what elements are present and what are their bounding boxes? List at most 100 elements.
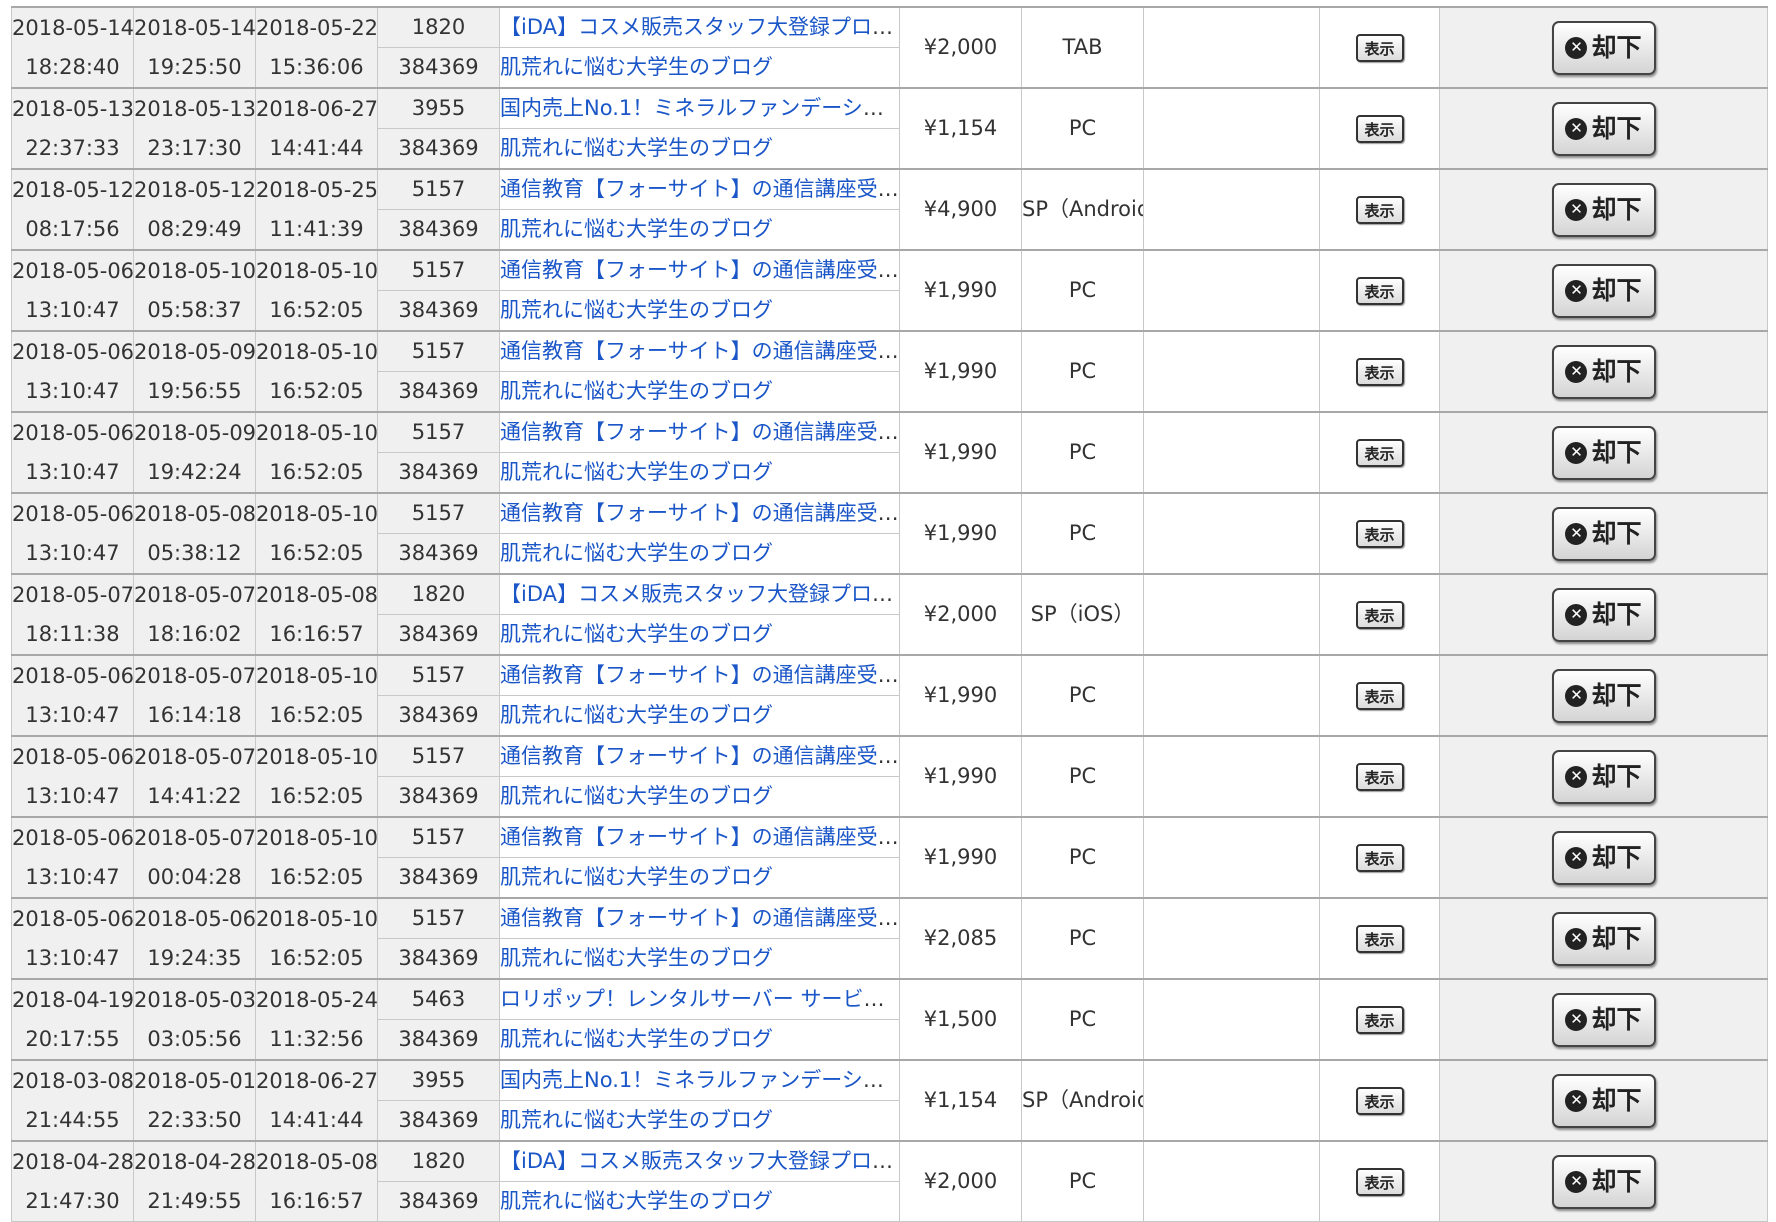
site-name-cell[interactable]: 肌荒れに悩む大学生のブログ [499, 290, 900, 332]
program-link[interactable]: 通信教育【フォーサイト】の通信講座受講申し… [501, 420, 899, 444]
confirm-date: 2018-05-10 [256, 744, 378, 769]
site-link[interactable]: 肌荒れに悩む大学生のブログ [501, 136, 774, 160]
reject-button[interactable]: ✕ 却下 [1551, 182, 1656, 237]
reject-button[interactable]: ✕ 却下 [1551, 587, 1656, 642]
program-name-cell[interactable]: 通信教育【フォーサイト】の通信講座受講申し… [499, 816, 900, 858]
reject-button[interactable]: ✕ 却下 [1551, 830, 1656, 885]
program-name-cell[interactable]: 通信教育【フォーサイト】の通信講座受講申し… [499, 249, 900, 291]
show-button[interactable]: 表示 [1355, 844, 1404, 872]
reject-button[interactable]: ✕ 却下 [1551, 263, 1656, 318]
program-name-cell[interactable]: 通信教育【フォーサイト】の通信講座受講申し… [499, 897, 900, 939]
show-button[interactable]: 表示 [1355, 520, 1404, 548]
site-link[interactable]: 肌荒れに悩む大学生のブログ [501, 946, 774, 970]
reject-button[interactable]: ✕ 却下 [1551, 344, 1656, 399]
program-name-cell[interactable]: ロリポップ！レンタルサーバー サービス申込 [499, 978, 900, 1020]
program-link[interactable]: 【iDA】コスメ販売スタッフ大登録プロモーシ… [501, 1149, 899, 1173]
program-name-cell[interactable]: 通信教育【フォーサイト】の通信講座受講申し… [499, 735, 900, 777]
show-button[interactable]: 表示 [1355, 439, 1404, 467]
site-link[interactable]: 肌荒れに悩む大学生のブログ [501, 1189, 774, 1213]
program-id-cell: 5463 [377, 978, 500, 1020]
reject-button[interactable]: ✕ 却下 [1551, 749, 1656, 804]
show-button[interactable]: 表示 [1355, 925, 1404, 953]
device: PC [1068, 926, 1097, 950]
program-link[interactable]: 国内売上No.1！ミネラルファンデーション【… [501, 96, 899, 120]
site-id: 384369 [398, 865, 479, 889]
show-button[interactable]: 表示 [1355, 763, 1404, 791]
show-button[interactable]: 表示 [1355, 601, 1404, 629]
reject-button[interactable]: ✕ 却下 [1551, 1154, 1656, 1209]
program-link[interactable]: 通信教育【フォーサイト】の通信講座受講申し… [501, 744, 899, 768]
device: PC [1068, 764, 1097, 788]
site-name-cell[interactable]: 肌荒れに悩む大学生のブログ [499, 128, 900, 170]
reject-button[interactable]: ✕ 却下 [1551, 506, 1656, 561]
reject-button[interactable]: ✕ 却下 [1551, 20, 1656, 75]
show-button[interactable]: 表示 [1355, 277, 1404, 305]
confirm-datetime-cell: 2018-05-10 16:52:05 [255, 654, 378, 737]
site-link[interactable]: 肌荒れに悩む大学生のブログ [501, 865, 774, 889]
site-name-cell[interactable]: 肌荒れに悩む大学生のブログ [499, 695, 900, 737]
program-link[interactable]: 通信教育【フォーサイト】の通信講座受講申し… [501, 339, 899, 363]
site-name-cell[interactable]: 肌荒れに悩む大学生のブログ [499, 371, 900, 413]
site-name-cell[interactable]: 肌荒れに悩む大学生のブログ [499, 1100, 900, 1142]
show-button[interactable]: 表示 [1355, 358, 1404, 386]
site-name-cell[interactable]: 肌荒れに悩む大学生のブログ [499, 614, 900, 656]
program-name-cell[interactable]: 【iDA】コスメ販売スタッフ大登録プロモーシ… [499, 573, 900, 615]
site-name-cell[interactable]: 肌荒れに悩む大学生のブログ [499, 776, 900, 818]
program-name-cell[interactable]: 通信教育【フォーサイト】の通信講座受講申し… [499, 654, 900, 696]
program-link[interactable]: 国内売上No.1！ミネラルファンデーション【… [501, 1068, 899, 1092]
program-link[interactable]: ロリポップ！レンタルサーバー サービス申込 [501, 987, 899, 1011]
program-name-cell[interactable]: 国内売上No.1！ミネラルファンデーション【… [499, 1059, 900, 1101]
show-button[interactable]: 表示 [1355, 1168, 1404, 1196]
site-name-cell[interactable]: 肌荒れに悩む大学生のブログ [499, 1019, 900, 1061]
site-link[interactable]: 肌荒れに悩む大学生のブログ [501, 541, 774, 565]
show-button[interactable]: 表示 [1355, 196, 1404, 224]
program-link[interactable]: 通信教育【フォーサイト】の通信講座受講申し… [501, 663, 899, 687]
program-link[interactable]: 【iDA】コスメ販売スタッフ大登録プロモーシ… [501, 15, 899, 39]
site-name-cell[interactable]: 肌荒れに悩む大学生のブログ [499, 452, 900, 494]
program-name-cell[interactable]: 通信教育【フォーサイト】の通信講座受講申し… [499, 492, 900, 534]
program-link[interactable]: 【iDA】コスメ販売スタッフ大登録プロモーシ… [501, 582, 899, 606]
show-button[interactable]: 表示 [1355, 115, 1404, 143]
site-name-cell[interactable]: 肌荒れに悩む大学生のブログ [499, 47, 900, 89]
site-link[interactable]: 肌荒れに悩む大学生のブログ [501, 460, 774, 484]
site-link[interactable]: 肌荒れに悩む大学生のブログ [501, 217, 774, 241]
confirm-time: 16:52:05 [269, 864, 364, 889]
program-link[interactable]: 通信教育【フォーサイト】の通信講座受講申し… [501, 501, 899, 525]
show-button[interactable]: 表示 [1355, 1006, 1404, 1034]
reject-button[interactable]: ✕ 却下 [1551, 101, 1656, 156]
program-link[interactable]: 通信教育【フォーサイト】の通信講座受講申し… [501, 825, 899, 849]
reject-button[interactable]: ✕ 却下 [1551, 425, 1656, 480]
site-name-cell[interactable]: 肌荒れに悩む大学生のブログ [499, 857, 900, 899]
site-link[interactable]: 肌荒れに悩む大学生のブログ [501, 703, 774, 727]
show-button[interactable]: 表示 [1355, 34, 1404, 62]
reject-button[interactable]: ✕ 却下 [1551, 668, 1656, 723]
site-link[interactable]: 肌荒れに悩む大学生のブログ [501, 622, 774, 646]
program-name-cell[interactable]: 【iDA】コスメ販売スタッフ大登録プロモーシ… [499, 1140, 900, 1182]
program-name-cell[interactable]: 【iDA】コスメ販売スタッフ大登録プロモーシ… [499, 6, 900, 48]
click-date: 2018-04-19 [12, 987, 134, 1012]
confirm-datetime-cell: 2018-06-27 14:41:44 [255, 87, 378, 170]
site-link[interactable]: 肌荒れに悩む大学生のブログ [501, 298, 774, 322]
show-button[interactable]: 表示 [1355, 1087, 1404, 1115]
site-link[interactable]: 肌荒れに悩む大学生のブログ [501, 1027, 774, 1051]
program-link[interactable]: 通信教育【フォーサイト】の通信講座受講申し… [501, 177, 899, 201]
site-name-cell[interactable]: 肌荒れに悩む大学生のブログ [499, 533, 900, 575]
reject-button[interactable]: ✕ 却下 [1551, 1073, 1656, 1128]
program-name-cell[interactable]: 通信教育【フォーサイト】の通信講座受講申し… [499, 168, 900, 210]
site-link[interactable]: 肌荒れに悩む大学生のブログ [501, 1108, 774, 1132]
program-name-cell[interactable]: 通信教育【フォーサイト】の通信講座受講申し… [499, 330, 900, 372]
site-link[interactable]: 肌荒れに悩む大学生のブログ [501, 784, 774, 808]
site-link[interactable]: 肌荒れに悩む大学生のブログ [501, 55, 774, 79]
click-datetime-cell: 2018-05-07 18:11:38 [11, 573, 134, 656]
reject-button[interactable]: ✕ 却下 [1551, 911, 1656, 966]
program-name-cell[interactable]: 通信教育【フォーサイト】の通信講座受講申し… [499, 411, 900, 453]
program-link[interactable]: 通信教育【フォーサイト】の通信講座受講申し… [501, 906, 899, 930]
site-name-cell[interactable]: 肌荒れに悩む大学生のブログ [499, 209, 900, 251]
reject-button[interactable]: ✕ 却下 [1551, 992, 1656, 1047]
site-name-cell[interactable]: 肌荒れに悩む大学生のブログ [499, 938, 900, 980]
site-link[interactable]: 肌荒れに悩む大学生のブログ [501, 379, 774, 403]
show-button[interactable]: 表示 [1355, 682, 1404, 710]
site-name-cell[interactable]: 肌荒れに悩む大学生のブログ [499, 1181, 900, 1222]
program-link[interactable]: 通信教育【フォーサイト】の通信講座受講申し… [501, 258, 899, 282]
program-name-cell[interactable]: 国内売上No.1！ミネラルファンデーション【… [499, 87, 900, 129]
